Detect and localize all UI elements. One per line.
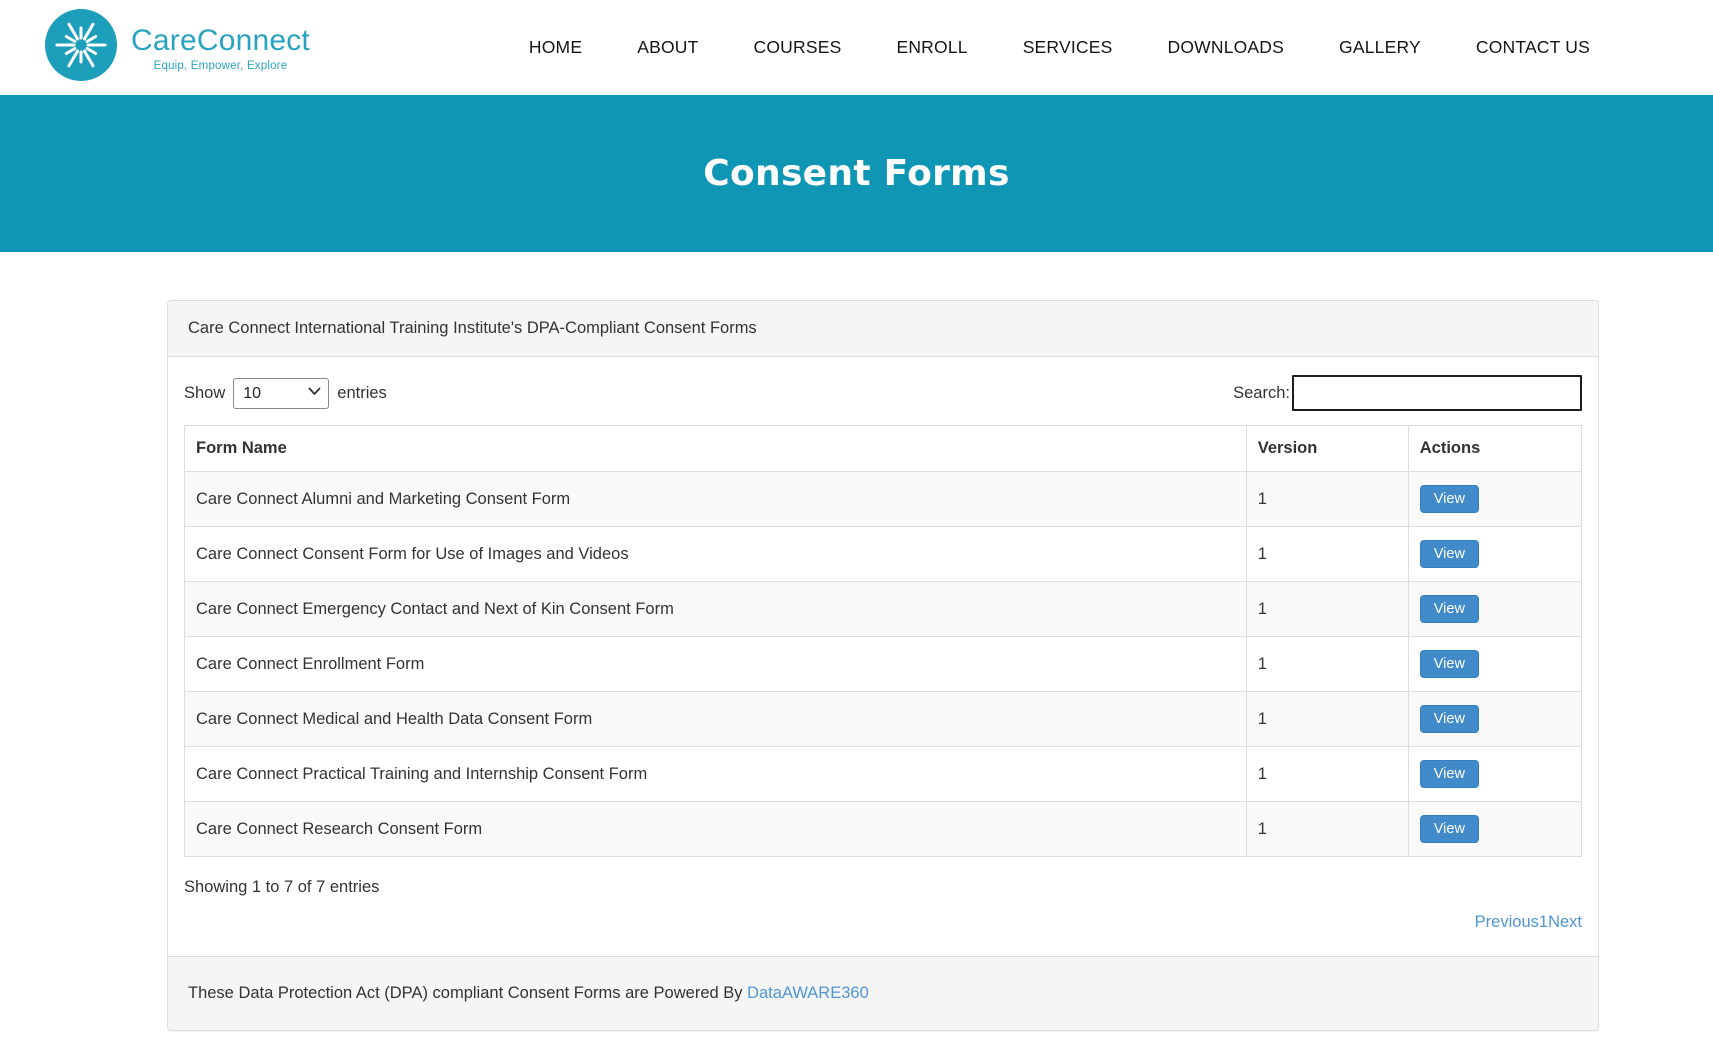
top-navbar: CareConnect Equip, Empower, Explore HOME…	[0, 0, 1713, 95]
form-name-cell: Care Connect Practical Training and Inte…	[185, 747, 1247, 802]
table-header-row: Form Name Version Actions	[185, 426, 1582, 472]
panel-body: Show 10 entries Search:	[168, 357, 1598, 956]
view-button[interactable]: View	[1420, 540, 1479, 568]
column-header-form-name[interactable]: Form Name	[185, 426, 1247, 472]
actions-cell: View	[1408, 637, 1581, 692]
entries-length-control: Show 10 entries	[184, 378, 387, 409]
form-name-cell: Care Connect Emergency Contact and Next …	[185, 582, 1247, 637]
consent-forms-panel: Care Connect International Training Inst…	[167, 300, 1599, 1031]
entries-label: entries	[337, 384, 387, 403]
view-button[interactable]: View	[1420, 485, 1479, 513]
form-name-cell: Care Connect Research Consent Form	[185, 802, 1247, 857]
actions-cell: View	[1408, 802, 1581, 857]
version-cell: 1	[1246, 692, 1408, 747]
actions-cell: View	[1408, 692, 1581, 747]
table-row: Care Connect Consent Form for Use of Ima…	[185, 527, 1582, 582]
brand-tagline: Equip, Empower, Explore	[154, 60, 288, 72]
show-label: Show	[184, 384, 225, 403]
nav-item-services[interactable]: SERVICES	[1023, 37, 1113, 58]
version-cell: 1	[1246, 527, 1408, 582]
table-row: Care Connect Alumni and Marketing Consen…	[185, 472, 1582, 527]
pagination: Previous1Next	[184, 913, 1582, 932]
panel-footer: These Data Protection Act (DPA) complian…	[168, 956, 1598, 1030]
table-controls: Show 10 entries Search:	[184, 375, 1582, 411]
table-row: Care Connect Research Consent Form 1 Vie…	[185, 802, 1582, 857]
version-cell: 1	[1246, 747, 1408, 802]
pagination-page-1[interactable]: 1	[1539, 913, 1548, 931]
table-row: Care Connect Enrollment Form 1 View	[185, 637, 1582, 692]
brand-name: CareConnect	[131, 24, 310, 57]
column-header-version[interactable]: Version	[1246, 426, 1408, 472]
pagination-next[interactable]: Next	[1548, 913, 1582, 931]
column-header-actions[interactable]: Actions	[1408, 426, 1581, 472]
actions-cell: View	[1408, 472, 1581, 527]
search-label: Search:	[1233, 384, 1290, 403]
search-control: Search:	[1233, 375, 1582, 411]
entries-select-wrap: 10	[233, 378, 329, 409]
nav-item-gallery[interactable]: GALLERY	[1339, 37, 1421, 58]
view-button[interactable]: View	[1420, 595, 1479, 623]
table-row: Care Connect Medical and Health Data Con…	[185, 692, 1582, 747]
form-name-cell: Care Connect Enrollment Form	[185, 637, 1247, 692]
form-name-cell: Care Connect Consent Form for Use of Ima…	[185, 527, 1247, 582]
view-button[interactable]: View	[1420, 650, 1479, 678]
form-name-cell: Care Connect Alumni and Marketing Consen…	[185, 472, 1247, 527]
form-name-cell: Care Connect Medical and Health Data Con…	[185, 692, 1247, 747]
pagination-previous[interactable]: Previous	[1475, 913, 1539, 931]
view-button[interactable]: View	[1420, 705, 1479, 733]
page-banner: Consent Forms	[0, 95, 1713, 252]
consent-forms-table: Form Name Version Actions Care Connect A…	[184, 425, 1582, 857]
nav-item-home[interactable]: HOME	[529, 37, 582, 58]
page-title: Consent Forms	[703, 153, 1009, 194]
brand-logo-home-link[interactable]: CareConnect Equip, Empower, Explore	[45, 9, 310, 86]
actions-cell: View	[1408, 747, 1581, 802]
main-nav: HOME ABOUT COURSES ENROLL SERVICES DOWNL…	[529, 37, 1590, 58]
version-cell: 1	[1246, 802, 1408, 857]
view-button[interactable]: View	[1420, 815, 1479, 843]
actions-cell: View	[1408, 527, 1581, 582]
search-input[interactable]	[1292, 375, 1582, 411]
powered-by-text: These Data Protection Act (DPA) complian…	[188, 984, 747, 1002]
table-info: Showing 1 to 7 of 7 entries	[184, 878, 1582, 897]
version-cell: 1	[1246, 637, 1408, 692]
nav-item-about[interactable]: ABOUT	[637, 37, 698, 58]
dataaware360-link[interactable]: DataAWARE360	[747, 984, 869, 1002]
starburst-icon	[45, 9, 117, 86]
version-cell: 1	[1246, 582, 1408, 637]
panel-heading: Care Connect International Training Inst…	[168, 301, 1598, 357]
nav-item-downloads[interactable]: DOWNLOADS	[1167, 37, 1284, 58]
actions-cell: View	[1408, 582, 1581, 637]
view-button[interactable]: View	[1420, 760, 1479, 788]
nav-item-enroll[interactable]: ENROLL	[896, 37, 967, 58]
entries-per-page-select[interactable]: 10	[233, 378, 329, 409]
table-row: Care Connect Practical Training and Inte…	[185, 747, 1582, 802]
version-cell: 1	[1246, 472, 1408, 527]
table-row: Care Connect Emergency Contact and Next …	[185, 582, 1582, 637]
nav-item-contact-us[interactable]: CONTACT US	[1476, 37, 1590, 58]
nav-item-courses[interactable]: COURSES	[754, 37, 842, 58]
